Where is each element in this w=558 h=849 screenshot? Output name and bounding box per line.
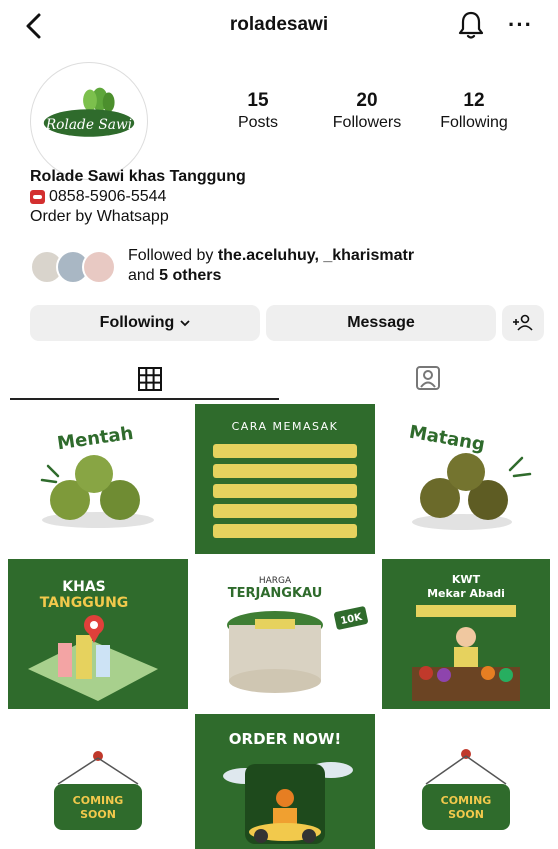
followed-users: the.aceluhuy, _kharismatr: [217, 247, 415, 264]
post-kwt-title: KWT: [452, 573, 481, 586]
post-matang[interactable]: Matang: [382, 404, 550, 554]
order-now-text: ORDER NOW!: [229, 730, 341, 748]
post-harga-terjangkau[interactable]: HARGA TERJANGKAU 10K: [195, 559, 375, 709]
more-icon[interactable]: ···: [508, 12, 533, 38]
profile-name: Rolade Sawi khas Tanggung: [30, 168, 246, 185]
followed-others: 5 others: [159, 267, 222, 284]
following-button-label: Following: [99, 314, 175, 331]
add-user-button[interactable]: [502, 305, 544, 341]
bell-icon[interactable]: [457, 10, 485, 40]
message-button[interactable]: Message: [266, 305, 496, 341]
post-cara-memasak-title: CARA MEMASAK: [232, 420, 339, 433]
chevron-down-icon: [180, 320, 190, 327]
post-coming-soon-2[interactable]: COMING SOON: [382, 714, 550, 849]
add-user-icon: [513, 314, 533, 331]
coming-text: COMING: [73, 794, 124, 807]
coming-text-2: COMING: [441, 794, 492, 807]
profile-tabs: [0, 356, 558, 402]
post-mekar-abadi-title: Mekar Abadi: [427, 587, 505, 600]
post-coming-soon[interactable]: COMING SOON: [8, 714, 188, 849]
following-label: Following: [440, 114, 508, 131]
follower-avatar: [82, 250, 116, 284]
phone-number[interactable]: 0858-5906-5544: [49, 187, 166, 207]
avatar[interactable]: Rolade Sawi: [30, 62, 148, 180]
post-terjangkau-title: TERJANGKAU: [228, 586, 323, 601]
post-order-now[interactable]: ORDER NOW!: [195, 714, 375, 849]
following-button[interactable]: Following: [30, 305, 260, 341]
stat-followers[interactable]: 20 Followers: [317, 90, 417, 132]
post-grid: Mentah CARA MEMASAK Matang KHAS TANGGUNG…: [8, 404, 550, 849]
bio: Rolade Sawi khas Tanggung 0858-5906-5544…: [30, 167, 246, 227]
soon-text: SOON: [80, 808, 116, 821]
logo-text: Rolade Sawi: [45, 117, 132, 133]
post-tanggung-title: TANGGUNG: [40, 595, 129, 611]
post-cara-memasak[interactable]: CARA MEMASAK: [195, 404, 375, 554]
stat-following[interactable]: 12 Following: [424, 90, 524, 132]
post-khas-tanggung[interactable]: KHAS TANGGUNG: [8, 559, 188, 709]
soon-text-2: SOON: [448, 808, 484, 821]
post-harga-title: HARGA: [259, 576, 292, 586]
following-count: 12: [463, 90, 485, 111]
post-khas-title: KHAS: [62, 579, 105, 595]
followers-label: Followers: [332, 114, 402, 131]
post-kwt-mekar-abadi[interactable]: KWT Mekar Abadi: [382, 559, 550, 709]
rolade-sawi-logo: Rolade Sawi: [31, 63, 147, 179]
message-button-label: Message: [347, 314, 415, 331]
phone-row: 0858-5906-5544: [30, 187, 246, 207]
active-tab-indicator: [10, 398, 279, 400]
posts-label: Posts: [237, 114, 278, 131]
bio-line: Order by Whatsapp: [30, 208, 169, 225]
grid-icon[interactable]: [137, 366, 163, 392]
post-mentah[interactable]: Mentah: [8, 404, 188, 554]
posts-count: 15: [247, 90, 269, 111]
followed-by[interactable]: Followed by the.aceluhuy, _kharismatr an…: [30, 244, 530, 288]
followers-count: 20: [356, 90, 378, 111]
stat-posts[interactable]: 15 Posts: [208, 90, 308, 132]
top-bar: roladesawi ···: [0, 0, 558, 52]
follower-avatars: [30, 250, 122, 286]
followed-by-text: Followed by the.aceluhuy, _kharismatr an…: [128, 247, 415, 284]
tagged-icon[interactable]: [414, 364, 442, 392]
telephone-icon: [30, 190, 45, 204]
